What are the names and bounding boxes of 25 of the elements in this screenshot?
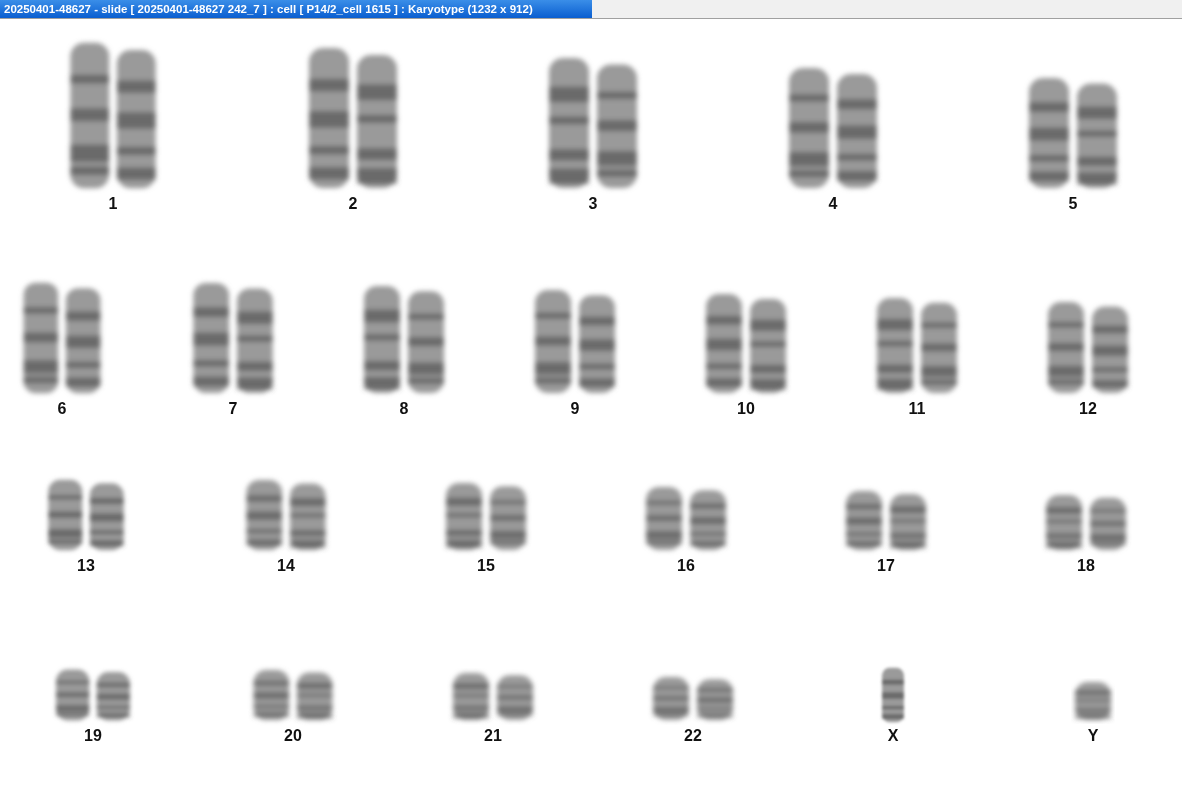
chromosome-label: 1 xyxy=(108,194,118,214)
chromosome-label: 11 xyxy=(908,399,926,419)
chromosome-label: 19 xyxy=(84,726,102,746)
chromosome-label: 5 xyxy=(1068,194,1078,214)
chromosome-label: 18 xyxy=(1077,556,1095,576)
chromosome-label: 2 xyxy=(348,194,358,214)
chromosome-label: 9 xyxy=(570,399,580,419)
chromosome-label: 8 xyxy=(399,399,409,419)
chromosome-label: 17 xyxy=(877,556,895,576)
chromosome-label: X xyxy=(887,726,899,746)
chromosome-label: Y xyxy=(1087,726,1099,746)
chromosome-label: 16 xyxy=(677,556,695,576)
chromosome-label: 15 xyxy=(477,556,495,576)
chromosome-label: 13 xyxy=(77,556,95,576)
chromosome-label: 14 xyxy=(277,556,295,576)
chromosome-label: 4 xyxy=(828,194,838,214)
chromosome-label: 12 xyxy=(1079,399,1097,419)
chromosome-label: 6 xyxy=(57,399,67,419)
chromosome-label: 21 xyxy=(484,726,502,746)
chromosome-label: 20 xyxy=(284,726,302,746)
chromosome-label: 10 xyxy=(737,399,755,419)
window-title: 20250401-48627 - slide [ 20250401-48627 242_7 ] : cell [ P14/2_cell 1615 ] : Karyotype (1232 x 912) xyxy=(0,0,592,18)
chromosome-label: 7 xyxy=(228,399,238,419)
chromosome-label: 22 xyxy=(684,726,702,746)
chromosome-label: 3 xyxy=(588,194,598,214)
